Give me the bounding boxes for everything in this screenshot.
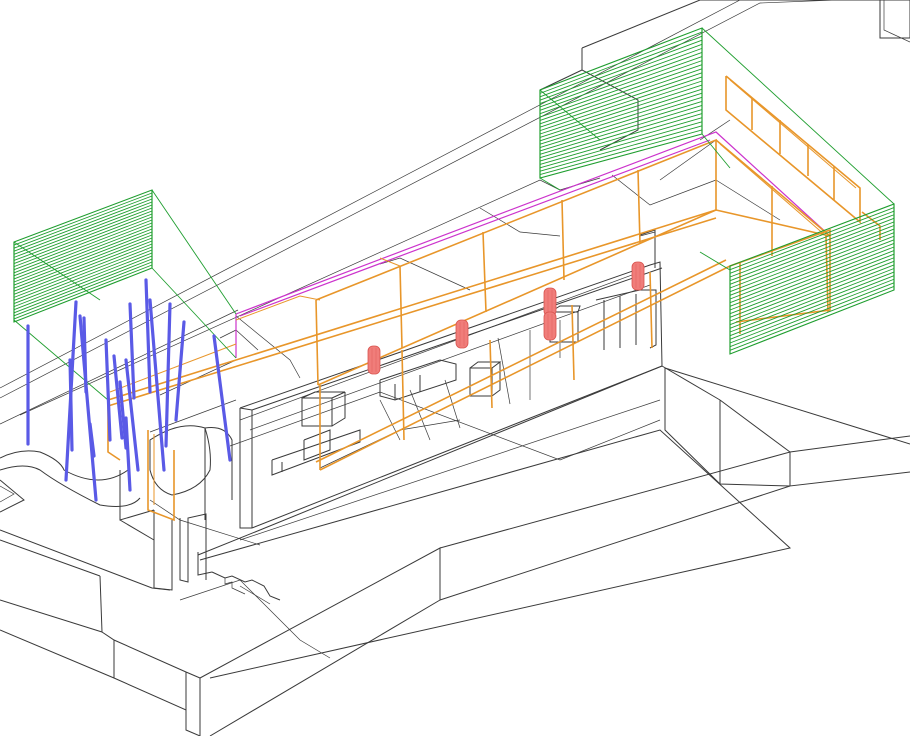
tree-trunk: [104, 338, 112, 442]
terrain-lines: [0, 0, 910, 736]
louvre-screens: [13, 27, 895, 401]
pendant-light: [367, 345, 381, 375]
louvre-slat: [539, 43, 703, 104]
pendant-light: [631, 261, 645, 291]
building-walls: [119, 119, 781, 591]
louvre-slat: [539, 68, 703, 125]
pendant-light: [543, 311, 557, 341]
tree-trunk: [148, 298, 166, 472]
louvre-slat: [539, 109, 703, 159]
tree-trunk: [144, 278, 152, 394]
tree-trunk: [68, 358, 74, 452]
isometric-building-model: [0, 0, 910, 736]
tree-trunks: [26, 278, 232, 502]
louvre-slat: [539, 47, 703, 108]
louvre-slat: [539, 121, 703, 169]
louvre-slat: [539, 113, 703, 162]
tree-trunk: [124, 416, 132, 492]
pendant-light: [455, 319, 469, 349]
wireframe-drawing: [0, 0, 910, 736]
louvre-screen-right: [729, 203, 895, 355]
tree-trunk: [174, 320, 186, 422]
louvre-slat: [539, 35, 703, 98]
glazing-frames: [107, 75, 881, 522]
tree-trunk: [82, 316, 88, 394]
louvre-slat: [539, 31, 703, 94]
tree-trunk: [212, 334, 232, 462]
tree-trunk: [78, 314, 98, 502]
